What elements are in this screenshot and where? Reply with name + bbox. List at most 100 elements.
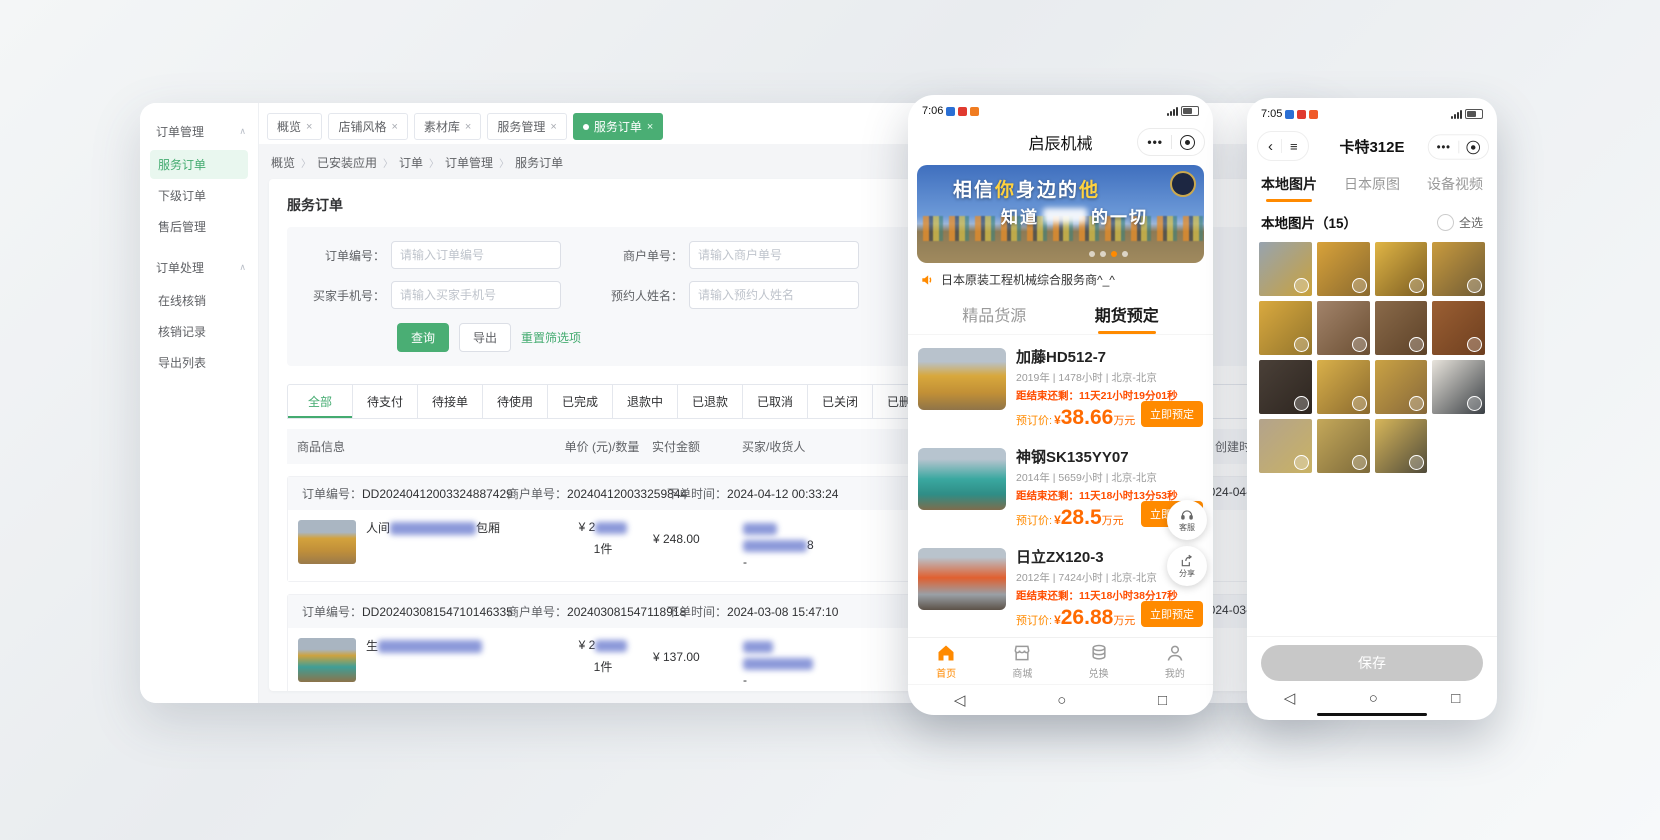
android-back-icon[interactable]: ◁ (1284, 689, 1296, 707)
close-target-icon[interactable] (1180, 135, 1195, 150)
tab-premium-stock[interactable]: 精品货源 (962, 302, 1026, 334)
photo-select-circle[interactable] (1409, 337, 1424, 352)
menu-icon[interactable]: ≡ (1290, 139, 1298, 154)
tab-shop-style[interactable]: 店铺风格 × (328, 113, 407, 140)
photo-tile[interactable] (1432, 360, 1485, 414)
photo-tile[interactable] (1259, 301, 1312, 355)
tabbar-mall[interactable]: 商城 (984, 638, 1060, 684)
sidebar-item-export-list[interactable]: 导出列表 (150, 348, 248, 377)
product-card-hitachi[interactable]: 日立ZX120-3 2012年 | 7424小时 | 北京-北京 距结束还剩：1… (918, 539, 1203, 637)
photo-select-circle[interactable] (1409, 455, 1424, 470)
more-icon[interactable]: ••• (1437, 141, 1451, 154)
status-tab-refunding[interactable]: 退款中 (613, 385, 678, 418)
photo-select-circle[interactable] (1409, 396, 1424, 411)
android-back-icon[interactable]: ◁ (954, 691, 966, 709)
sidebar-item-verify-records[interactable]: 核销记录 (150, 317, 248, 346)
tab-futures-booking[interactable]: 期货预定 (1095, 302, 1159, 334)
close-target-icon[interactable] (1467, 140, 1481, 154)
breadcrumb-item[interactable]: 订单 (399, 154, 423, 171)
book-now-button[interactable]: 立即预定 (1141, 401, 1203, 427)
customer-service-fab[interactable]: 客服 (1167, 500, 1207, 540)
photo-tile[interactable] (1259, 419, 1312, 473)
photo-select-circle[interactable] (1294, 396, 1309, 411)
export-button[interactable]: 导出 (459, 323, 511, 352)
select-all-control[interactable]: 全选 (1437, 214, 1483, 231)
buyer-phone-input[interactable] (391, 281, 561, 309)
radio-icon[interactable] (1437, 214, 1454, 231)
photo-tile[interactable] (1375, 301, 1428, 355)
back-icon[interactable]: ‹ (1268, 138, 1273, 155)
status-tab-pending-accept[interactable]: 待接单 (418, 385, 483, 418)
close-icon[interactable]: × (306, 121, 312, 133)
merchant-no-input[interactable] (689, 241, 859, 269)
close-icon[interactable]: × (391, 121, 397, 133)
product-name[interactable]: 人间包厢 (366, 520, 500, 571)
photo-tile[interactable] (1259, 242, 1312, 296)
tabbar-exchange[interactable]: 兑换 (1061, 638, 1137, 684)
photo-tile[interactable] (1432, 242, 1485, 296)
sidebar-item-sub-orders[interactable]: 下级订单 (150, 181, 248, 210)
product-card-kato[interactable]: 加藤HD512-7 2019年 | 1478小时 | 北京-北京 距结束还剩：1… (918, 339, 1203, 439)
tab-device-videos[interactable]: 设备视频 (1427, 174, 1483, 202)
photo-tile[interactable] (1375, 242, 1428, 296)
hero-banner[interactable]: 相信你身边的他 知道的一切 (917, 165, 1204, 263)
close-icon[interactable]: × (550, 121, 556, 133)
sidebar-group-order-processing[interactable]: 订单处理 ∧ (140, 251, 258, 284)
photo-select-circle[interactable] (1352, 455, 1367, 470)
product-card-kobelco-sk135[interactable]: 神钢SK135YY07 2014年 | 5659小时 | 北京-北京 距结束还剩… (918, 439, 1203, 539)
share-fab[interactable]: 分享 (1167, 546, 1207, 586)
status-tab-unpaid[interactable]: 待支付 (353, 385, 418, 418)
photo-select-circle[interactable] (1294, 337, 1309, 352)
sidebar-item-service-orders[interactable]: 服务订单 (150, 150, 248, 179)
status-tab-refunded[interactable]: 已退款 (678, 385, 743, 418)
tab-material-library[interactable]: 素材库 × (414, 113, 481, 140)
photo-tile[interactable] (1432, 301, 1485, 355)
product-thumbnail[interactable] (298, 638, 356, 682)
product-name[interactable]: 生 (366, 638, 482, 689)
tab-japan-originals[interactable]: 日本原图 (1344, 174, 1400, 202)
sidebar-item-aftersales[interactable]: 售后管理 (150, 212, 248, 241)
tab-service-management[interactable]: 服务管理 × (487, 113, 566, 140)
photo-select-circle[interactable] (1294, 278, 1309, 293)
close-icon[interactable]: × (647, 121, 653, 133)
order-no-input[interactable] (391, 241, 561, 269)
tab-overview[interactable]: 概览 × (267, 113, 322, 140)
sidebar-item-online-verify[interactable]: 在线核销 (150, 286, 248, 315)
tab-service-orders[interactable]: 服务订单 × (573, 113, 663, 140)
tab-local-images[interactable]: 本地图片 (1261, 174, 1317, 202)
photo-select-circle[interactable] (1352, 337, 1367, 352)
more-icon[interactable]: ••• (1147, 135, 1163, 149)
breadcrumb-item[interactable]: 订单管理 (445, 154, 493, 171)
photo-tile[interactable] (1317, 242, 1370, 296)
android-recents-icon[interactable]: □ (1451, 690, 1460, 707)
search-button[interactable]: 查询 (397, 323, 449, 352)
status-tab-completed[interactable]: 已完成 (548, 385, 613, 418)
reset-filters-link[interactable]: 重置筛选项 (521, 329, 581, 346)
status-tab-cancelled[interactable]: 已取消 (743, 385, 808, 418)
photo-tile[interactable] (1317, 419, 1370, 473)
photo-tile[interactable] (1375, 360, 1428, 414)
breadcrumb-item[interactable]: 服务订单 (515, 154, 563, 171)
android-recents-icon[interactable]: □ (1158, 692, 1167, 709)
android-home-icon[interactable]: ○ (1057, 692, 1066, 709)
book-now-button[interactable]: 立即预定 (1141, 601, 1203, 627)
close-icon[interactable]: × (465, 121, 471, 133)
save-button[interactable]: 保存 (1261, 645, 1483, 681)
breadcrumb-item[interactable]: 概览 (271, 154, 295, 171)
photo-tile[interactable] (1317, 301, 1370, 355)
photo-select-circle[interactable] (1467, 396, 1482, 411)
reserver-name-input[interactable] (689, 281, 859, 309)
android-home-icon[interactable]: ○ (1369, 690, 1378, 707)
photo-select-circle[interactable] (1294, 455, 1309, 470)
status-tab-closed[interactable]: 已关闭 (808, 385, 873, 418)
notice-bar[interactable]: 日本原装工程机械综合服务商^_^ (908, 263, 1213, 296)
photo-tile[interactable] (1317, 360, 1370, 414)
photo-select-circle[interactable] (1467, 337, 1482, 352)
tabbar-home[interactable]: 首页 (908, 638, 984, 684)
breadcrumb-item[interactable]: 已安装应用 (317, 154, 377, 171)
photo-select-circle[interactable] (1409, 278, 1424, 293)
sidebar-group-order-management[interactable]: 订单管理 ∧ (140, 115, 258, 148)
photo-select-circle[interactable] (1352, 278, 1367, 293)
photo-select-circle[interactable] (1467, 278, 1482, 293)
photo-tile[interactable] (1259, 360, 1312, 414)
